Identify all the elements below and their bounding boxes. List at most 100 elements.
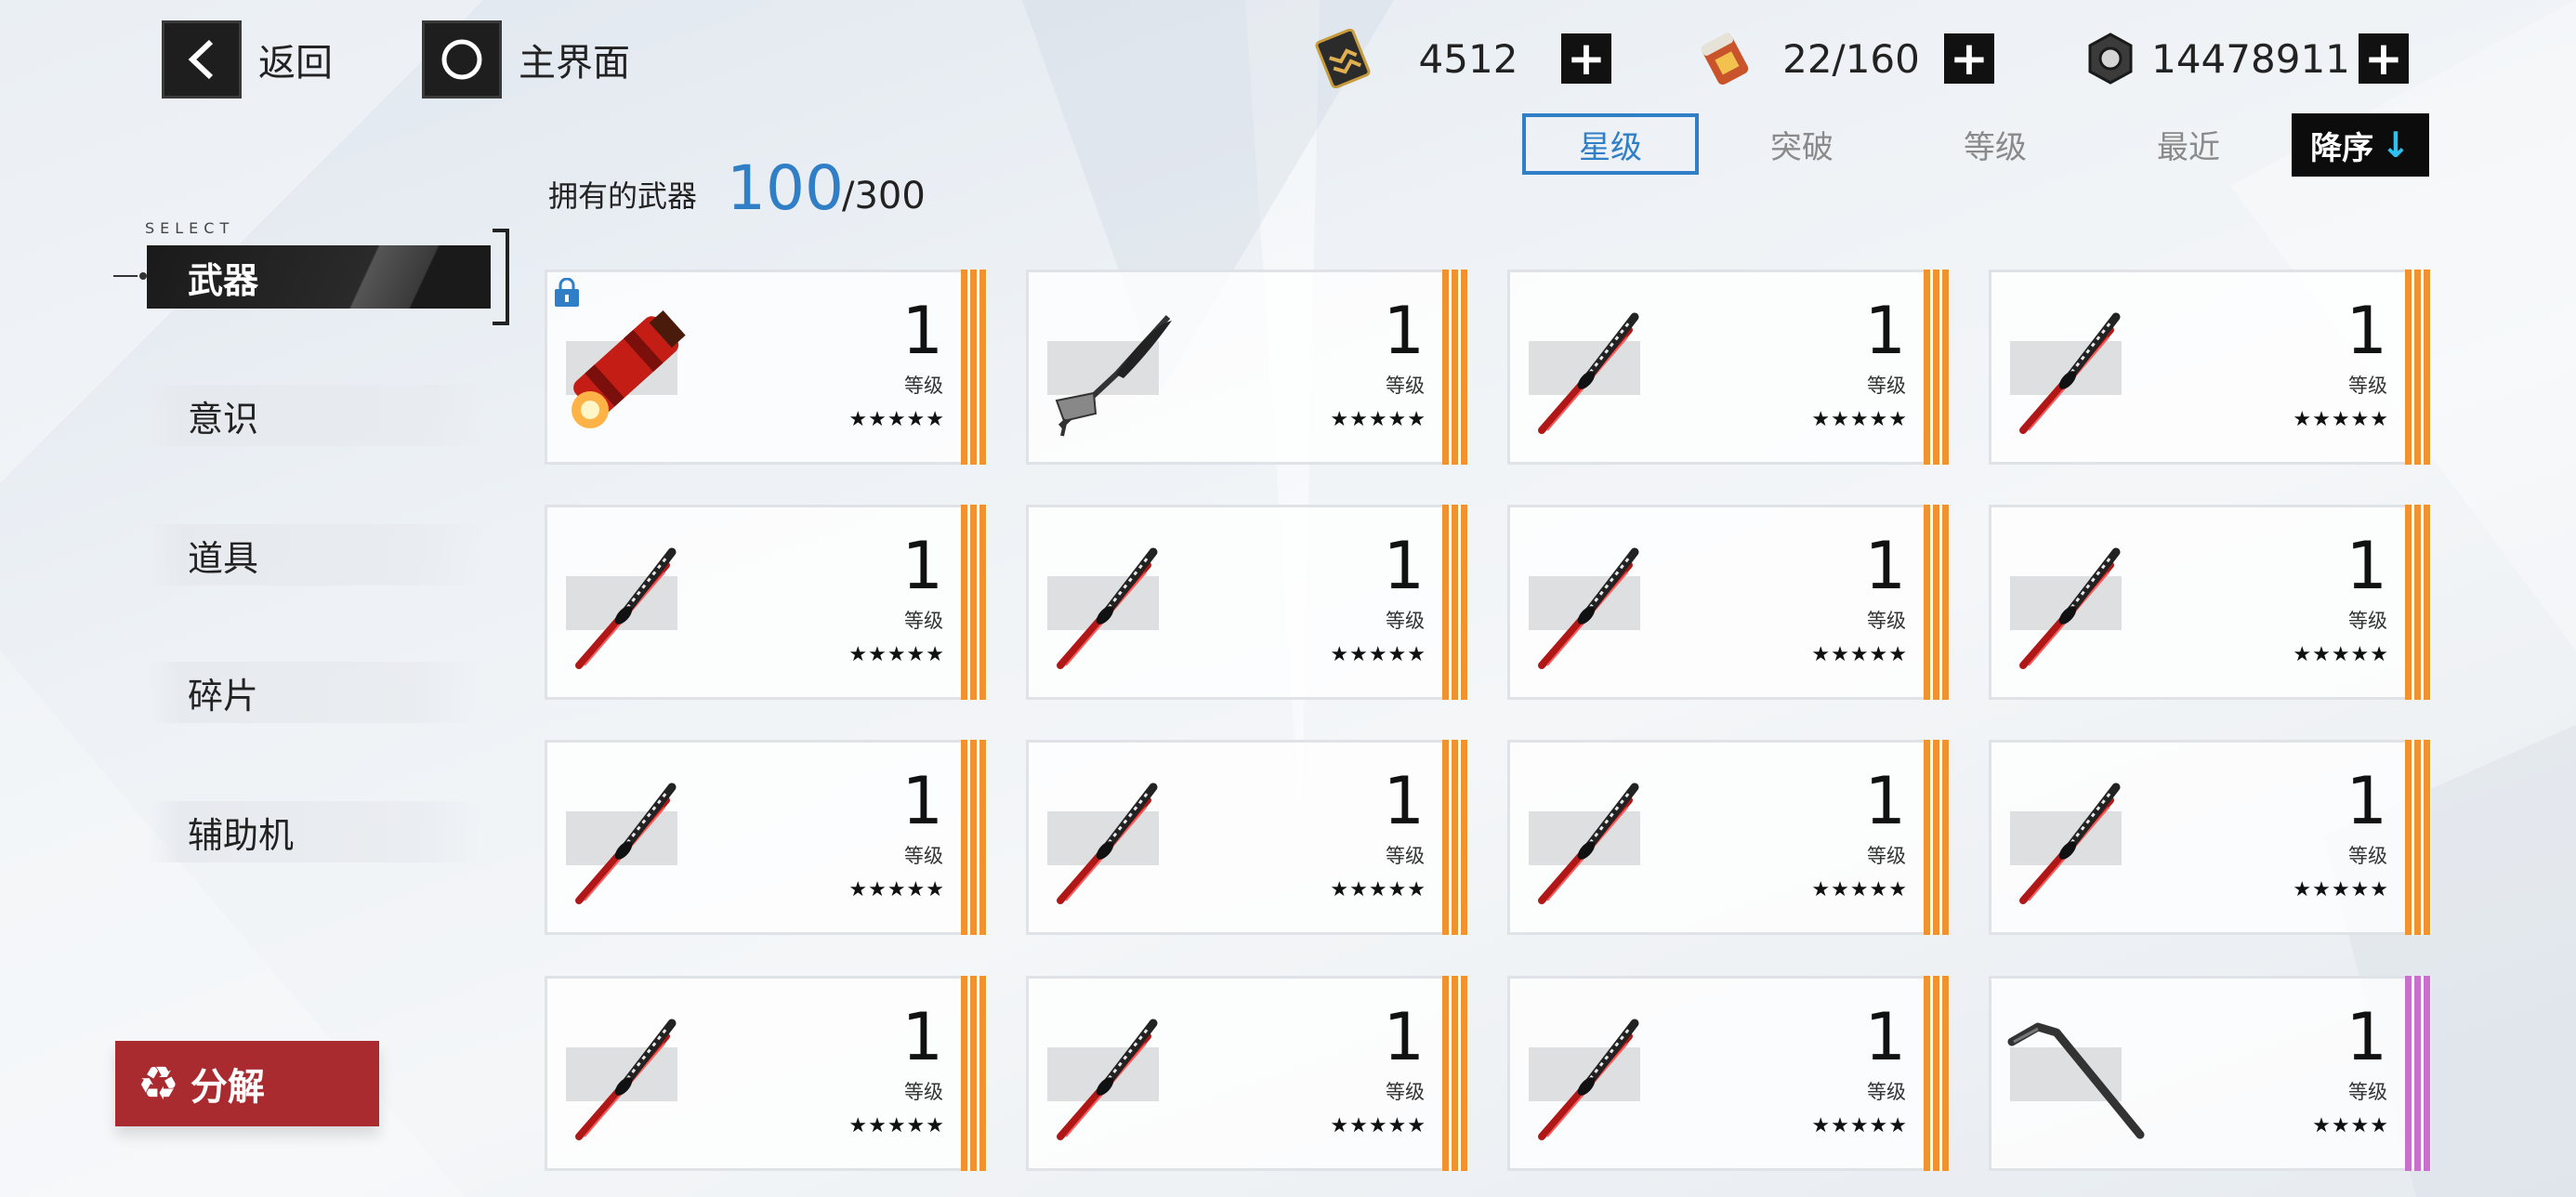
weapon-stars: ★★★★★: [2293, 408, 2389, 431]
decompose-button[interactable]: ♻ 分解: [115, 1041, 379, 1126]
weapon-card[interactable]: 1 等级 ★★★★★: [545, 505, 987, 700]
sort-level-button[interactable]: 等级: [1907, 113, 2083, 175]
weapon-stars: ★★★★: [2312, 1114, 2389, 1138]
rarity-bar: [1924, 976, 1950, 1171]
weapon-card[interactable]: 1 等级 ★★★★: [1989, 976, 2431, 1171]
sidebar-item-fragments[interactable]: 碎片: [149, 662, 483, 723]
weapon-katana-icon: [1538, 1019, 1639, 1140]
sort-star-label: 星级: [1579, 128, 1642, 166]
resource-battery: 22/160 +: [1693, 26, 1994, 91]
back-button[interactable]: 返回: [162, 20, 333, 99]
weapon-level: 1: [1383, 293, 1425, 369]
weapon-level-label: 等级: [2348, 1081, 2387, 1103]
weapon-stars: ★★★★★: [1330, 408, 1426, 431]
weapon-level-label: 等级: [2348, 610, 2387, 632]
weapon-stars: ★★★★★: [848, 878, 945, 901]
home-button[interactable]: 主界面: [422, 20, 630, 99]
ticket-icon: [1315, 29, 1371, 88]
weapon-card[interactable]: 1 等级 ★★★★★: [1507, 505, 1950, 700]
weapon-card[interactable]: 1 等级 ★★★★★: [1989, 270, 2431, 465]
weapon-level: 1: [1864, 999, 1906, 1075]
sort-breakthrough-label: 突破: [1770, 128, 1833, 166]
weapon-katana-icon: [1538, 312, 1639, 434]
rarity-bar: [2405, 976, 2431, 1171]
weapon-cannon-icon: [572, 309, 686, 428]
weapon-katana-icon: [575, 547, 677, 669]
rarity-bar: [2405, 740, 2431, 935]
weapon-level: 1: [1864, 293, 1906, 369]
order-label: 降序: [2310, 129, 2374, 167]
sort-recent-button[interactable]: 最近: [2100, 113, 2277, 175]
weapon-katana-icon: [575, 783, 677, 904]
weapon-card[interactable]: 1 等级 ★★★★★: [1989, 740, 2431, 935]
ticket-add-button[interactable]: +: [1561, 33, 1611, 84]
weapon-level-label: 等级: [904, 1081, 943, 1103]
weapon-card[interactable]: 1 等级 ★★★★★: [545, 740, 987, 935]
rarity-bar: [961, 976, 987, 1171]
weapon-card[interactable]: 1 等级 ★★★★★: [1026, 505, 1468, 700]
weapon-level-label: 等级: [2348, 845, 2387, 867]
weapon-card[interactable]: 1 等级 ★★★★★: [1507, 740, 1950, 935]
sidebar-item-label: 碎片: [188, 675, 259, 717]
weapon-level: 1: [1383, 763, 1425, 839]
select-caption: SELECT: [145, 219, 235, 237]
weapon-level: 1: [901, 763, 943, 839]
weapon-level-label: 等级: [1386, 375, 1425, 397]
sidebar-item-memory[interactable]: 意识: [149, 385, 483, 446]
battery-count: 22/160: [1782, 35, 1920, 82]
weapon-level-label: 等级: [904, 845, 943, 867]
sidebar-item-weapon[interactable]: 武器: [147, 245, 491, 309]
weapon-katana-icon: [1538, 783, 1639, 904]
weapon-level-label: 等级: [1867, 610, 1906, 632]
weapon-card[interactable]: 1 等级 ★★★★★: [1989, 505, 2431, 700]
sidebar-item-label: 辅助机: [188, 814, 295, 856]
rarity-bar: [2405, 270, 2431, 465]
weapon-card[interactable]: 1 等级 ★★★★★: [1026, 740, 1468, 935]
back-label: 返回: [258, 42, 333, 85]
owned-count: 100: [727, 152, 844, 224]
weapon-crowbar-icon: [2007, 1022, 2145, 1139]
sidebar-item-support-unit[interactable]: 辅助机: [149, 801, 483, 862]
weapon-level-label: 等级: [2348, 375, 2387, 397]
weapon-katana-icon: [2019, 547, 2121, 669]
weapon-level: 1: [2346, 763, 2387, 839]
resource-ticket: 4512 +: [1310, 26, 1611, 91]
sidebar-item-label: 道具: [188, 537, 259, 579]
weapon-katana-icon: [2019, 783, 2121, 904]
weapon-level-label: 等级: [1386, 1081, 1425, 1103]
weapon-level: 1: [901, 999, 943, 1075]
weapon-stars: ★★★★★: [1811, 643, 1908, 666]
owned-max: /300: [842, 175, 926, 217]
weapon-stars: ★★★★★: [1811, 1114, 1908, 1138]
sidebar-item-items[interactable]: 道具: [149, 524, 483, 585]
weapon-level-label: 等级: [1386, 610, 1425, 632]
weapon-level: 1: [1864, 528, 1906, 604]
weapon-katana-icon: [1057, 783, 1158, 904]
weapon-card[interactable]: 1 等级 ★★★★★: [545, 270, 987, 465]
weapon-level: 1: [1864, 763, 1906, 839]
rarity-bar: [961, 740, 987, 935]
order-descending-button[interactable]: 降序 ↓: [2292, 113, 2429, 177]
weapon-scythe-icon: [1055, 314, 1172, 437]
weapon-level: 1: [2346, 293, 2387, 369]
weapon-card[interactable]: 1 等级 ★★★★★: [1026, 976, 1468, 1171]
coin-add-button[interactable]: +: [2359, 33, 2409, 84]
rarity-bar: [1924, 505, 1950, 700]
sort-recent-label: 最近: [2157, 128, 2220, 166]
decompose-label: 分解: [190, 1066, 265, 1109]
weapon-stars: ★★★★★: [2293, 643, 2389, 666]
sort-breakthrough-button[interactable]: 突破: [1714, 113, 1890, 175]
weapon-card[interactable]: 1 等级 ★★★★★: [1507, 976, 1950, 1171]
weapon-card[interactable]: 1 等级 ★★★★★: [1026, 270, 1468, 465]
weapon-card[interactable]: 1 等级 ★★★★★: [545, 976, 987, 1171]
weapon-card[interactable]: 1 等级 ★★★★★: [1507, 270, 1950, 465]
weapon-stars: ★★★★★: [1330, 878, 1426, 901]
owned-label: 拥有的武器: [548, 178, 698, 214]
battery-add-button[interactable]: +: [1944, 33, 1994, 84]
resource-coin: 14478911 +: [2078, 26, 2409, 91]
weapon-level-label: 等级: [904, 375, 943, 397]
sidebar-item-label: 武器: [188, 259, 259, 301]
weapon-level-label: 等级: [1867, 1081, 1906, 1103]
sort-star-button[interactable]: 星级: [1522, 113, 1699, 175]
sidebar-item-label: 意识: [188, 398, 259, 440]
